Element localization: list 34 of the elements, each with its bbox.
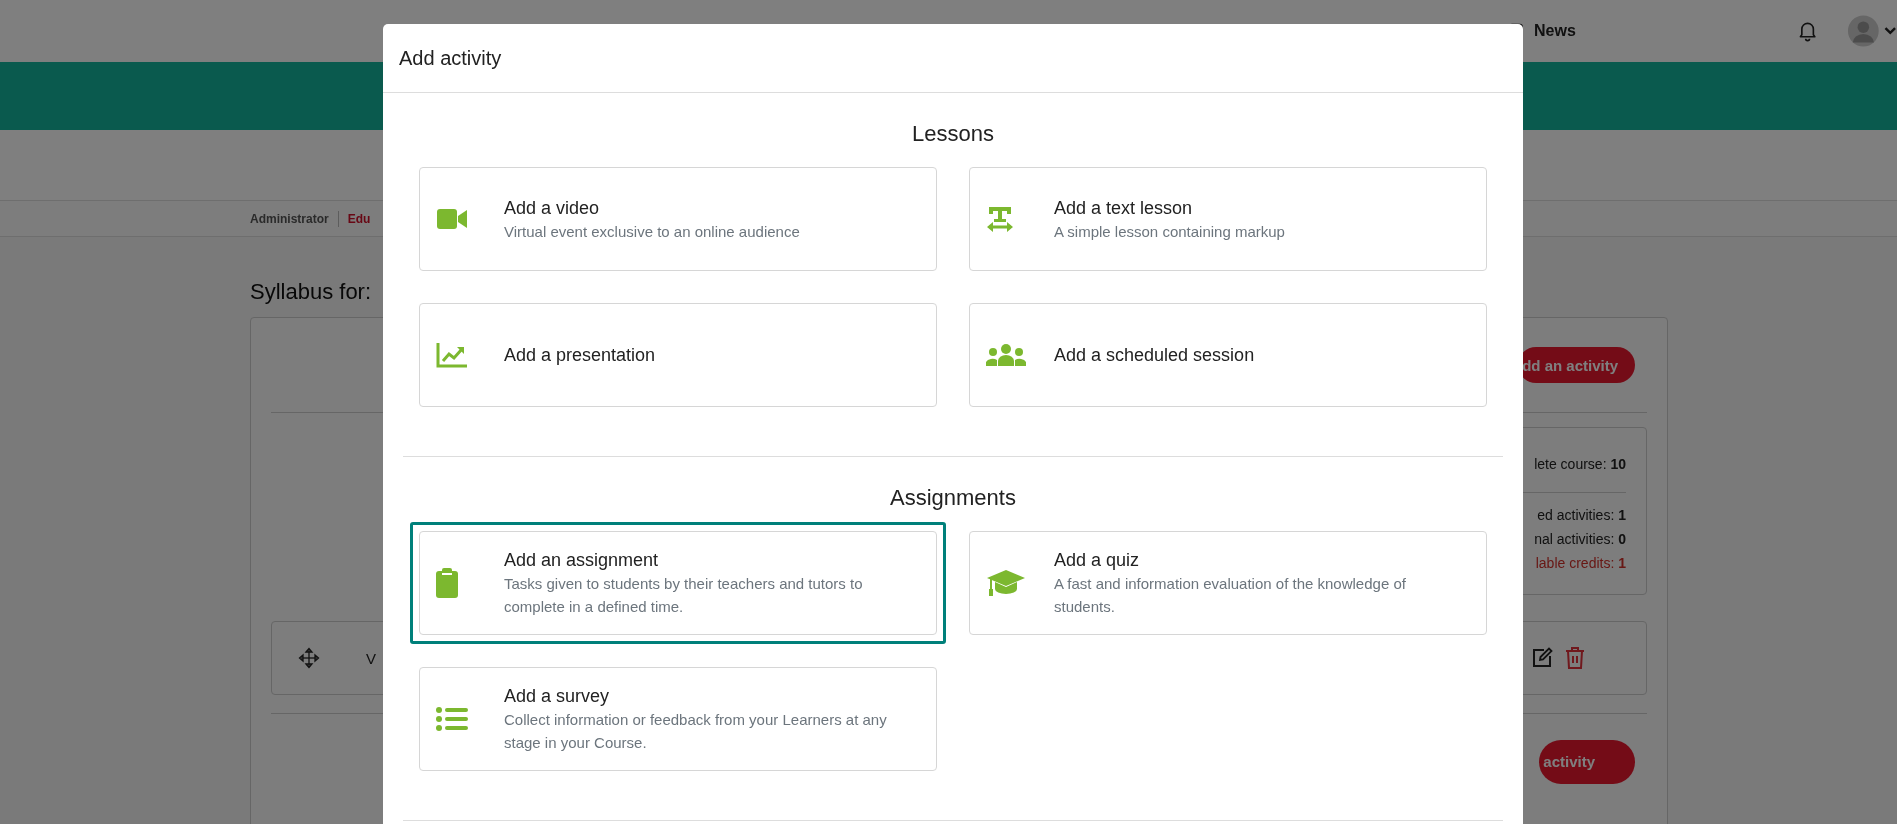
- option-title: Add a video: [504, 196, 601, 220]
- activity-option-card[interactable]: Add an assignment Tasks given to students by their teachers and tutors to complete in a defined time.: [410, 522, 946, 644]
- line-chart-icon: [436, 342, 468, 368]
- trash-icon[interactable]: [1564, 646, 1586, 670]
- edit-icon[interactable]: [1530, 646, 1554, 670]
- breadcrumb-item: Administrator: [250, 211, 329, 226]
- option-title: Add a presentation: [504, 344, 656, 367]
- syllabus-title: Syllabus for:: [250, 278, 373, 306]
- section-heading: Lessons: [911, 120, 995, 148]
- list-icon: [436, 706, 468, 732]
- option-title: Add a quiz: [1054, 549, 1141, 572]
- stat-line: lable credits: 1: [1535, 554, 1626, 573]
- video-camera-icon: [436, 207, 468, 231]
- graduation-cap-icon: [986, 569, 1026, 597]
- option-title: Add a scheduled session: [1054, 344, 1255, 367]
- stat-line: ed activities: 1: [1537, 506, 1626, 525]
- option-description: Virtual event exclusive to an online audience: [504, 221, 800, 242]
- stat-line: nal activities: 0: [1534, 530, 1626, 549]
- option-title: Add a survey: [504, 685, 611, 708]
- option-title: Add a text lesson: [1054, 196, 1194, 220]
- move-icon[interactable]: [298, 647, 320, 669]
- option-description: A fast and information evaluation of the knowledge of students.: [1054, 574, 1407, 617]
- option-description: A simple lesson containing markup: [1054, 221, 1285, 242]
- stat-line: lete course: 10: [1534, 455, 1626, 474]
- dialog-title: Add activity: [399, 46, 502, 70]
- notification-bell-icon[interactable]: [1797, 20, 1817, 42]
- option-title: Add an assignment: [504, 549, 660, 572]
- group-icon: [986, 343, 1026, 367]
- clipboard-icon: [436, 568, 458, 598]
- section-heading: Assignments: [889, 484, 1017, 512]
- text-resize-icon: [986, 205, 1014, 233]
- option-description: Tasks given to students by their teachers and tutors to complete in a defined time.: [504, 574, 864, 617]
- activity-title: V: [366, 649, 376, 667]
- option-description: Collect information or feedback from your Learners at any stage in your Course.: [504, 710, 888, 753]
